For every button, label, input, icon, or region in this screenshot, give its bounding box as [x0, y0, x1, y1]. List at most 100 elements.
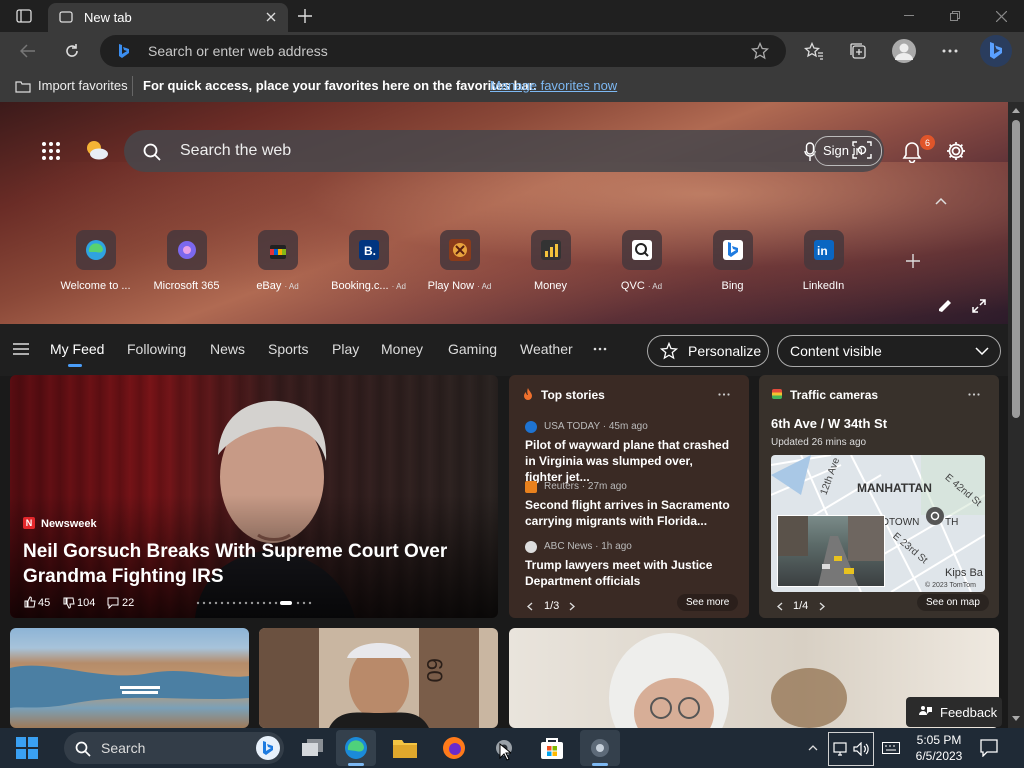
carousel-dots[interactable] — [196, 600, 316, 606]
traffic-map[interactable]: MANHATTAN 12th Ave E 42nd St IDTOWN TH E… — [771, 455, 985, 592]
hamburger-menu-icon[interactable] — [12, 342, 30, 356]
comment-icon[interactable] — [106, 597, 120, 609]
scroll-down-icon[interactable] — [1012, 714, 1020, 722]
hero-source: Newsweek — [41, 518, 97, 530]
windows-start-icon[interactable] — [16, 737, 38, 759]
clock-date[interactable]: 6/5/2023 — [910, 749, 968, 763]
edit-background-icon[interactable] — [936, 298, 954, 314]
refresh-icon[interactable] — [62, 41, 82, 61]
quick-link-label: Money — [533, 280, 568, 292]
task-view-icon[interactable] — [300, 736, 326, 760]
close-window-icon[interactable] — [992, 8, 1010, 24]
quick-link-qvc[interactable]: QVC · Ad — [596, 230, 687, 300]
quick-link-bing[interactable]: Bing — [687, 230, 778, 300]
close-tab-icon[interactable] — [264, 10, 278, 24]
visual-search-icon[interactable] — [851, 140, 873, 160]
favorites-icon[interactable] — [804, 41, 824, 61]
tab-my-feed[interactable]: My Feed — [50, 341, 104, 357]
traffic-camera-thumbnail[interactable] — [777, 515, 885, 587]
traffic-cameras-card: Traffic cameras 6th Ave / W 34th St Upda… — [759, 375, 999, 618]
scroll-up-icon[interactable] — [1012, 106, 1020, 114]
collections-icon[interactable] — [848, 41, 868, 61]
active-tab-indicator — [68, 364, 82, 367]
add-quick-link-icon[interactable] — [904, 252, 922, 270]
camera-location-pin-icon[interactable] — [926, 507, 944, 525]
tab-following[interactable]: Following — [127, 341, 186, 357]
tab-sports[interactable]: Sports — [268, 341, 308, 357]
bing-icon — [712, 230, 753, 270]
tab-money[interactable]: Money — [381, 341, 423, 357]
clock-time[interactable]: 5:05 PM — [916, 733, 962, 747]
taskbar-settings-button[interactable] — [580, 730, 620, 766]
svg-text:B.: B. — [364, 244, 376, 258]
taskbar-search-box[interactable]: Search — [64, 732, 284, 764]
file-explorer-icon[interactable] — [392, 736, 418, 760]
firefox-icon[interactable] — [442, 736, 466, 760]
story-headline[interactable]: Trump lawyers meet with Justice Departme… — [525, 557, 733, 589]
content-visibility-dropdown[interactable]: Content visible — [777, 335, 1001, 367]
tab-new-tab[interactable]: New tab — [48, 3, 288, 32]
sign-in-button[interactable]: Sign in — [814, 136, 882, 166]
network-icon[interactable] — [833, 741, 849, 757]
tab-gaming[interactable]: Gaming — [448, 341, 497, 357]
address-bar[interactable]: Search or enter web address — [100, 35, 786, 67]
tab-actions-icon[interactable] — [14, 7, 34, 25]
manage-favorites-link[interactable]: Manage favorites now — [490, 78, 617, 93]
quick-link-money[interactable]: Money — [505, 230, 596, 300]
page-scrollbar[interactable] — [1008, 102, 1024, 728]
story-card-lake[interactable] — [10, 628, 249, 728]
quick-link-linkedin[interactable]: in LinkedIn — [778, 230, 869, 300]
quick-link-play-now[interactable]: Play Now · Ad — [414, 230, 505, 300]
previous-chevron-icon[interactable] — [775, 601, 785, 611]
quick-link-booking[interactable]: B. Booking.c... · Ad — [323, 230, 414, 300]
story-headline[interactable]: Second flight arrives in Sacramento carr… — [525, 497, 733, 529]
tab-play[interactable]: Play — [332, 341, 359, 357]
new-tab-plus-icon[interactable] — [296, 7, 314, 25]
story-headline[interactable]: Pilot of wayward plane that crashed in V… — [525, 437, 733, 485]
system-tray-selection[interactable] — [828, 732, 874, 766]
microsoft-store-icon[interactable] — [540, 736, 564, 760]
bing-chat-icon[interactable] — [980, 35, 1012, 67]
minimize-icon[interactable] — [900, 8, 918, 24]
notification-center-icon[interactable] — [980, 739, 998, 757]
card-more-icon[interactable] — [717, 392, 731, 396]
story-card-shopping[interactable]: 60 — [259, 628, 498, 728]
see-more-button[interactable]: See more — [677, 594, 739, 611]
apps-launcher-icon[interactable] — [40, 140, 62, 162]
collapse-chevron-icon[interactable] — [932, 194, 950, 208]
personalize-button[interactable]: Personalize — [647, 335, 769, 367]
import-favorites-button[interactable]: Import favorites — [38, 78, 128, 93]
hero-story-card[interactable]: N Newsweek Neil Gorsuch Breaks With Supr… — [10, 375, 498, 618]
quick-link-microsoft-365[interactable]: Microsoft 365 — [141, 230, 232, 300]
ebay-icon — [257, 230, 298, 270]
more-tabs-icon[interactable] — [592, 346, 608, 352]
weather-icon[interactable] — [84, 138, 110, 162]
web-search-box[interactable]: Search the web Sign in — [124, 130, 884, 172]
touch-keyboard-icon[interactable] — [882, 740, 900, 756]
more-options-icon[interactable] — [940, 42, 960, 60]
next-chevron-icon[interactable] — [817, 601, 827, 611]
feedback-button[interactable]: Feedback — [906, 697, 1002, 727]
show-hidden-icons-chevron[interactable] — [806, 742, 820, 754]
restore-icon[interactable] — [946, 8, 964, 24]
like-icon[interactable] — [23, 596, 37, 608]
settings-gear-icon[interactable] — [944, 139, 968, 163]
quick-link-label: eBay — [256, 280, 282, 292]
taskbar-edge-button[interactable] — [336, 730, 376, 766]
profile-avatar[interactable] — [892, 39, 916, 63]
previous-chevron-icon[interactable] — [525, 601, 535, 611]
next-chevron-icon[interactable] — [567, 601, 577, 611]
tab-news[interactable]: News — [210, 341, 245, 357]
scrollbar-thumb[interactable] — [1012, 120, 1020, 418]
expand-icon[interactable] — [970, 297, 988, 315]
hero-headline[interactable]: Neil Gorsuch Breaks With Supreme Court O… — [23, 539, 463, 589]
quick-link-ebay[interactable]: eBay · Ad — [232, 230, 323, 300]
tab-weather[interactable]: Weather — [520, 341, 573, 357]
volume-icon[interactable] — [853, 741, 869, 757]
see-on-map-button[interactable]: See on map — [917, 594, 989, 611]
card-more-icon[interactable] — [967, 392, 981, 396]
back-arrow-icon[interactable] — [18, 42, 38, 60]
favorite-star-icon[interactable] — [750, 42, 770, 60]
quick-link-welcome[interactable]: Welcome to ... — [50, 230, 141, 300]
dislike-icon[interactable] — [62, 597, 76, 609]
